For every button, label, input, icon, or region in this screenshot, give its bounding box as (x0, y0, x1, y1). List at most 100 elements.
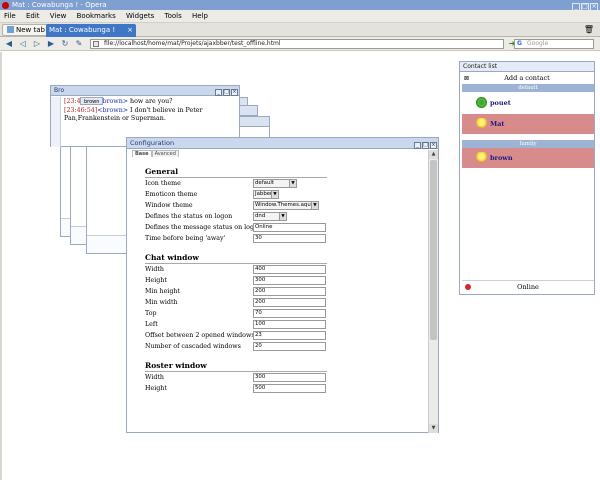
configuration-title: Configuration (130, 139, 175, 147)
config-row: Top 70 (145, 308, 427, 319)
tab-active-label: Mat : Cowabunga ! (49, 26, 116, 34)
roster-width-label: Width (145, 374, 164, 381)
section-general: General (145, 166, 327, 178)
message-time: [23:46:54] (64, 106, 98, 114)
tab-base[interactable]: Base (132, 150, 152, 157)
contact-list-title: Contact list (463, 63, 498, 70)
tab-advanced[interactable]: Avanced (151, 150, 179, 157)
status-logon-value: dnd (255, 213, 266, 219)
contact-name: pouet (490, 99, 511, 107)
message-text: how are you? (128, 98, 173, 105)
config-row: Width 400 (145, 264, 427, 275)
chevron-down-icon: ▼ (311, 202, 318, 209)
maximize-icon[interactable]: □ (422, 142, 429, 149)
rewind-icon[interactable]: ◁ (18, 39, 28, 49)
status-selector[interactable]: Online (462, 280, 594, 292)
window-titlebar: Mat : Cowabunga ! - Opera _ □ × (0, 0, 600, 11)
status-label: Online (517, 283, 539, 291)
chat-offset-input[interactable]: 23 (253, 331, 326, 340)
menu-file[interactable]: File (0, 10, 20, 23)
chat-top-label: Top (145, 310, 157, 317)
chat-cascade-input[interactable]: 20 (253, 342, 326, 351)
chat-left-input[interactable]: 100 (253, 320, 326, 329)
chat-tab-brown[interactable]: brown (80, 97, 104, 105)
close-icon[interactable]: × (430, 142, 437, 149)
chevron-down-icon: ▼ (279, 213, 286, 220)
config-row: Emoticon theme Jabber ▼ (145, 189, 427, 200)
scroll-down-icon[interactable]: ▼ (429, 424, 438, 433)
status-logon-select[interactable]: dnd ▼ (253, 212, 287, 221)
contact-name: Mat (490, 120, 505, 128)
away-time-input[interactable]: 30 (253, 234, 326, 243)
config-content: General Icon theme default ▼ Emoticon the… (145, 158, 427, 394)
menu-widgets[interactable]: Widgets (122, 10, 158, 23)
minimize-icon[interactable]: _ (414, 142, 421, 149)
trash-icon[interactable]: 🗑 (584, 25, 594, 34)
close-icon[interactable]: ⊠ (464, 74, 469, 83)
config-row: Min height 200 (145, 286, 427, 297)
chat-width-input[interactable]: 400 (253, 265, 326, 274)
chat-height-input[interactable]: 300 (253, 276, 326, 285)
roster-height-input[interactable]: 500 (253, 384, 326, 393)
address-bar[interactable]: file://localhost/home/mat/Projets/ajaxbb… (90, 39, 504, 49)
contact-item[interactable]: brown (462, 148, 594, 168)
chat-cascade-label: Number of cascaded windows (145, 343, 241, 350)
window-title: Mat : Cowabunga ! - Opera (12, 1, 107, 9)
contact-list-titlebar[interactable]: Contact list (460, 62, 594, 72)
group-default[interactable]: default (462, 84, 594, 92)
chat-window-titlebar[interactable]: Bro _ □ × (51, 86, 239, 96)
window-theme-select[interactable]: Window.Themes.aqua ▼ (253, 201, 319, 210)
configuration-titlebar[interactable]: Configuration _ □ × (127, 138, 438, 149)
section-chat-window: Chat window (145, 252, 327, 264)
new-tab-button[interactable]: New tab (2, 24, 50, 36)
search-field[interactable]: G Google (514, 39, 594, 49)
configuration-window[interactable]: Configuration _ □ × Base Avanced ▲ ▼ Genera… (126, 137, 439, 433)
forward-icon[interactable]: ▷ (32, 39, 42, 49)
roster-height-label: Height (145, 385, 167, 392)
away-time-label: Time before being 'away' (145, 235, 226, 242)
left-panel-strip (0, 52, 2, 480)
window-theme-value: Window.Themes.aqua (255, 202, 315, 208)
contact-item[interactable]: Mat (462, 114, 594, 134)
edit-icon[interactable]: ✎ (74, 39, 84, 49)
emoticon-theme-select[interactable]: Jabber ▼ (253, 190, 279, 199)
tab-active[interactable]: Mat : Cowabunga ! × (46, 24, 136, 37)
scroll-up-icon[interactable]: ▲ (429, 150, 438, 159)
config-row: Icon theme default ▼ (145, 178, 427, 189)
menu-bar: File Edit View Bookmarks Widgets Tools H… (0, 10, 600, 23)
add-contact-button[interactable]: ⊠ Add a contact (462, 74, 592, 83)
chat-sidebar (51, 97, 61, 147)
close-icon[interactable]: × (231, 89, 238, 96)
menu-tools[interactable]: Tools (161, 10, 186, 23)
config-row: Width 300 (145, 372, 427, 383)
group-family[interactable]: family (462, 140, 594, 148)
icon-theme-select[interactable]: default ▼ (253, 179, 297, 188)
scroll-thumb[interactable] (430, 160, 437, 340)
minimize-icon[interactable]: _ (215, 89, 222, 96)
fast-forward-icon[interactable]: ▶ (46, 39, 56, 49)
config-scrollbar[interactable]: ▲ ▼ (428, 150, 438, 433)
chat-min-width-input[interactable]: 200 (253, 298, 326, 307)
back-icon[interactable]: ◀ (4, 39, 14, 49)
message-logon-input[interactable]: Online (253, 223, 326, 232)
chat-message: [23:46:54]<brown> I don't believe in Pet… (64, 107, 235, 124)
menu-edit[interactable]: Edit (22, 10, 44, 23)
search-placeholder: Google (527, 40, 549, 47)
menu-bookmarks[interactable]: Bookmarks (73, 10, 120, 23)
chat-top-input[interactable]: 70 (253, 309, 326, 318)
menu-view[interactable]: View (46, 10, 71, 23)
tab-close-icon[interactable]: × (127, 24, 133, 36)
maximize-icon[interactable]: □ (223, 89, 230, 96)
page-icon (93, 41, 99, 47)
chat-min-height-input[interactable]: 200 (253, 287, 326, 296)
config-row: Height 300 (145, 275, 427, 286)
status-logon-label: Defines the status on logon (145, 213, 233, 220)
contact-list-window[interactable]: Contact list ⊠ Add a contact default pou… (459, 61, 595, 295)
contact-item[interactable]: pouet (462, 93, 594, 113)
chat-min-width-label: Min width (145, 299, 178, 306)
add-contact-label: Add a contact (504, 74, 550, 82)
reload-icon[interactable]: ↻ (60, 39, 70, 49)
address-url: file://localhost/home/mat/Projets/ajaxbb… (104, 40, 281, 47)
menu-help[interactable]: Help (188, 10, 212, 23)
roster-width-input[interactable]: 300 (253, 373, 326, 382)
